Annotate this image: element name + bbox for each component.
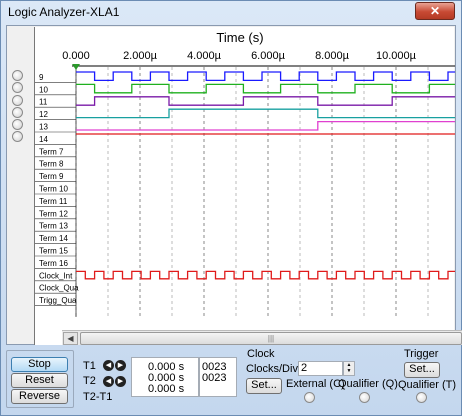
t2-label: T2 [83,375,96,387]
window-title: Logic Analyzer-XLA1 [8,5,120,19]
channel-label: 10 [39,85,48,94]
t1-label: T1 [83,360,96,372]
time-axis-title: Time (s) [216,30,263,45]
channel-knob-column [8,70,28,144]
t2-data-value: 0023 [202,372,227,384]
external-label: External (C) [286,378,345,390]
t1-left-arrow-icon[interactable]: ◀ [103,360,114,371]
control-panel: Stop Reset Reverse T1 T2 T2-T1 ◀ ▶ ◀ ▶ 0… [6,348,456,412]
clock-waveform [76,270,455,280]
channel-label: Term 9 [39,172,64,181]
channel-label: Term 7 [39,147,64,156]
t2-right-arrow-icon[interactable]: ▶ [115,376,126,387]
close-button[interactable]: ✕ [415,2,455,20]
channel-knob-icon[interactable] [12,131,23,143]
channel-label: Term 11 [39,197,68,206]
t2-left-arrow-icon[interactable]: ◀ [103,376,114,387]
qualifier-q-label: Qualifier (Q) [338,378,398,390]
timing-graph[interactable]: Time (s) 0.000 2.000µ 4.000µ 6.000µ 8.000µ 10… [34,27,462,345]
signal-waveform [76,108,455,119]
clock-group-label: Clock [247,348,275,360]
channel-label: 9 [39,73,44,82]
scroll-left-button[interactable]: ◀ [63,332,78,345]
qualifier-q-radio[interactable] [359,392,370,403]
timing-diagram: Time (s) 0.000 2.000µ 4.000µ 6.000µ 8.000µ 10… [62,30,455,317]
horizontal-scrollbar[interactable]: ◀ ||| ▶ [62,330,462,345]
channel-knob-icon[interactable] [12,70,23,81]
channel-label: 12 [39,110,48,119]
signal-waveform [76,120,455,131]
clocks-div-input[interactable]: 2 [298,361,343,376]
qualifier-t-radio[interactable] [416,392,427,403]
t2-t1-time-value: 0.000 s [148,383,185,395]
channel-label: Term 16 [39,259,68,268]
time-tick-label: 2.000µ [123,50,158,62]
stop-button[interactable]: Stop [11,357,68,372]
signal-waveform [76,71,455,82]
scroll-thumb[interactable]: ||| [80,332,462,345]
signal-waveform [76,83,455,94]
clock-set-button[interactable]: Set... [246,378,282,394]
time-tick-label: 8.000µ [315,50,350,62]
channel-knob-icon[interactable] [12,82,23,94]
channel-label: Term 14 [39,234,68,243]
clocks-div-spinner[interactable]: ▲ ▼ [343,361,355,376]
title-bar[interactable]: Logic Analyzer-XLA1 ✕ [1,1,461,23]
channel-label: Term 10 [39,185,68,194]
clocks-div-label: Clocks/Div [246,363,298,375]
time-tick-label: 4.000µ [187,50,222,62]
channel-knob-icon[interactable] [12,106,23,118]
logic-analyzer-window: Logic Analyzer-XLA1 ✕ Time (s) 0.000 2.00… [0,0,462,416]
channel-label: 11 [39,98,48,107]
reverse-button[interactable]: Reverse [11,389,68,404]
time-tick-label: 10.000µ [376,50,417,62]
trigger-set-button[interactable]: Set... [404,362,440,378]
channel-label: Term 15 [39,247,68,256]
t1-right-arrow-icon[interactable]: ▶ [115,360,126,371]
channel-knob-icon[interactable] [12,119,23,131]
channel-knob-icon[interactable] [12,94,23,106]
channel-label: Trigg_Qua [39,296,77,305]
external-radio[interactable] [304,392,315,403]
qualifier-t-label: Qualifier (T) [398,379,457,391]
reset-button[interactable]: Reset [11,373,68,388]
channel-label: Term 8 [39,160,64,169]
time-tick-label: 6.000µ [251,50,286,62]
channel-label: 14 [39,135,48,144]
channel-label: 13 [39,123,48,132]
channel-label: Clock_Qua [39,284,79,293]
channel-label: Clock_Int [39,271,73,280]
t2-t1-label: T2-T1 [83,391,113,403]
display-area: Time (s) 0.000 2.000µ 4.000µ 6.000µ 8.000µ 10… [6,25,462,345]
trigger-group-label: Trigger [404,348,439,360]
signal-waveform [76,96,455,106]
channel-label: Term 13 [39,222,68,231]
channel-label-column: 9 10 11 12 13 14 Term 7 Term 8 Term 9 Term 10 Term… [35,73,79,306]
channel-label: Term 12 [39,209,68,218]
